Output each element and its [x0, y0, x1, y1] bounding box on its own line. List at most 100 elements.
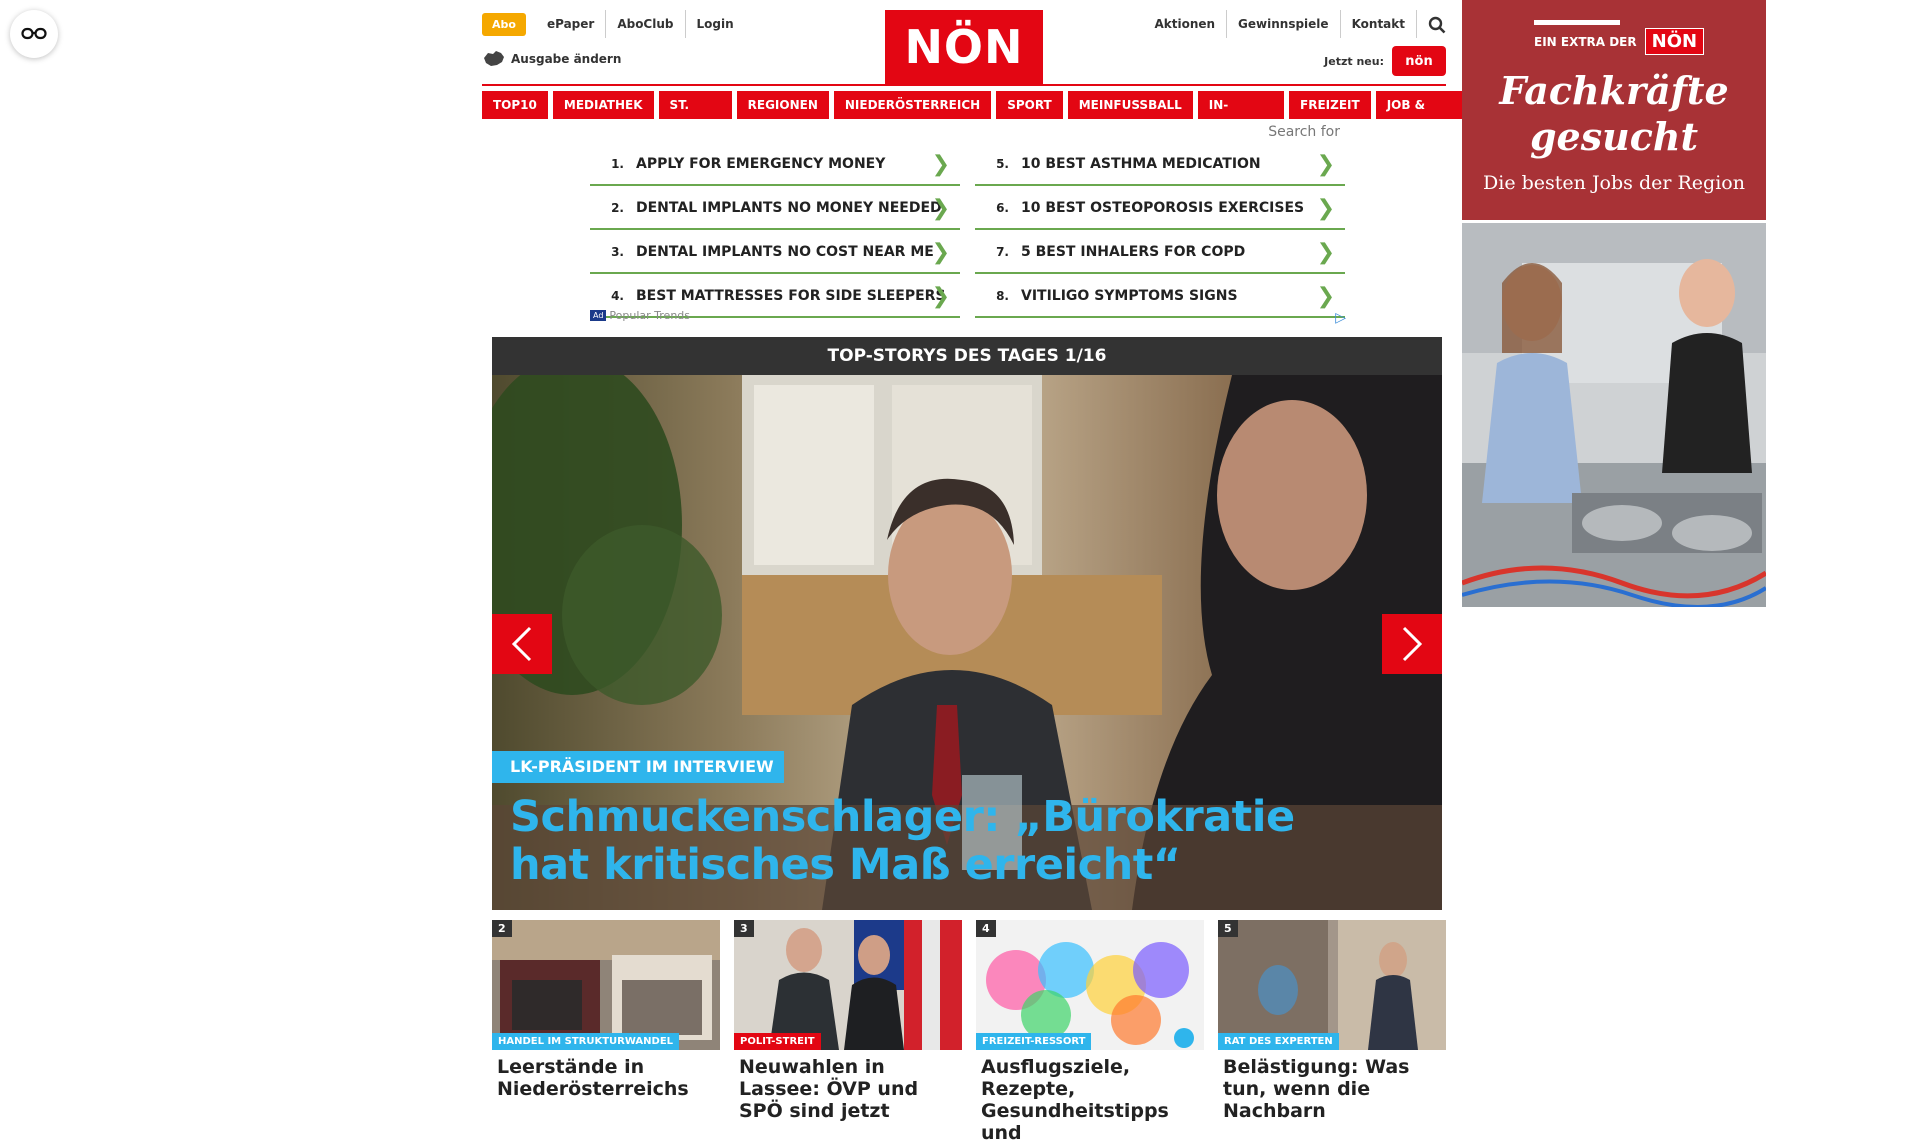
side-ad-photo — [1462, 223, 1766, 607]
neighbors-photo — [1218, 920, 1446, 1050]
shopfront-photo — [492, 920, 720, 1050]
top-links-left: Abo ePaper AboClub Login — [482, 10, 745, 38]
jetzt-neu-area: Jetzt neu: nön — [1324, 46, 1446, 76]
side-ad-rule — [1534, 20, 1620, 25]
chevron-right-icon: ❯ — [931, 284, 950, 309]
login-link[interactable]: Login — [684, 10, 745, 38]
nav-item-niederoesterreich[interactable]: NIEDERÖSTERREICH — [833, 91, 992, 119]
side-ad-extra: EIN EXTRA DER NÖN — [1534, 28, 1705, 55]
ad-num: 5. — [996, 157, 1009, 171]
chevron-right-icon: ❯ — [931, 196, 950, 221]
politicians-photo — [734, 920, 962, 1050]
story-image: 5 RAT DES EXPERTEN — [1218, 920, 1446, 1050]
story-category-tag: HANDEL IM STRUKTURWANDEL — [492, 1033, 680, 1050]
story-category-tag: RAT DES EXPERTEN — [1218, 1033, 1339, 1050]
side-advertisement[interactable]: EIN EXTRA DER NÖN Fachkräfte gesucht Die… — [1462, 0, 1766, 607]
glasses-icon — [21, 27, 47, 40]
ad-text: 5 BEST INHALERS FOR COPD — [1021, 244, 1246, 260]
ad-num: 4. — [611, 289, 624, 303]
ad-num: 8. — [996, 289, 1009, 303]
main-nav: TOP10 MEDIATHEK ST. PÖLTEN REGIONEN NIED… — [482, 91, 1465, 140]
nav-item-st-poelten[interactable]: ST. PÖLTEN — [658, 91, 732, 140]
ad-text: DENTAL IMPLANTS NO COST NEAR ME — [636, 244, 934, 260]
workers-photo — [1462, 223, 1766, 607]
story-image: 2 HANDEL IM STRUKTURWANDEL — [492, 920, 720, 1050]
story-image: 3 POLIT-STREIT — [734, 920, 962, 1050]
story-headline[interactable]: Belästigung: Was tun, wenn die Nachbarn — [1218, 1050, 1446, 1122]
adchoices-icon[interactable]: ▷ — [1335, 310, 1346, 326]
jetzt-neu-badge[interactable]: nön — [1392, 46, 1446, 76]
ad-text: 10 BEST ASTHMA MEDICATION — [1021, 156, 1261, 172]
nav-item-in-ausland[interactable]: IN-AUSLAND — [1197, 91, 1285, 140]
story-headline[interactable]: Neuwahlen in Lassee: ÖVP und SPÖ sind je… — [734, 1050, 962, 1122]
ad-text: 10 BEST OSTEOPOROSIS EXERCISES — [1021, 200, 1305, 216]
chevron-right-icon — [1402, 626, 1423, 662]
gewinnspiele-link[interactable]: Gewinnspiele — [1226, 10, 1340, 38]
story-rank: 2 — [492, 920, 512, 937]
slider-prev-button[interactable] — [492, 614, 552, 674]
story-image: 4 FREIZEIT-RESSORT — [976, 920, 1204, 1050]
side-ad-headline-line1: Fachkräfte — [1499, 68, 1729, 113]
jetzt-neu-label: Jetzt neu: — [1324, 54, 1384, 68]
side-ad-headline-line2: gesucht — [1529, 114, 1699, 159]
story-card-4[interactable]: 4 FREIZEIT-RESSORT Ausflugsziele, Rezept… — [976, 920, 1204, 1144]
ad-column-left: 1. APPLY FOR EMERGENCY MONEY ❯ 2. DENTAL IM… — [590, 144, 960, 320]
story-rank: 5 — [1218, 920, 1238, 937]
story-category-tag: POLIT-STREIT — [734, 1033, 821, 1050]
nav-item-freizeit[interactable]: FREIZEIT — [1289, 91, 1371, 119]
side-ad-headline: Fachkräfte gesucht — [1462, 68, 1766, 160]
accessibility-button[interactable] — [10, 10, 58, 58]
nav-item-regionen[interactable]: REGIONEN — [736, 91, 829, 119]
side-ad-extra-label: EIN EXTRA DER — [1534, 34, 1637, 49]
ad-text: VITILIGO SYMPTOMS SIGNS — [1021, 288, 1238, 304]
ad-link-5[interactable]: 5. 10 BEST ASTHMA MEDICATION ❯ — [975, 144, 1345, 186]
header-divider — [482, 84, 1446, 86]
abo-button[interactable]: Abo — [482, 12, 526, 36]
ad-search-label: Search for — [1268, 124, 1340, 140]
ad-link-1[interactable]: 1. APPLY FOR EMERGENCY MONEY ❯ — [590, 144, 960, 186]
main-page: Abo ePaper AboClub Login Ausgabe ändern … — [482, 0, 1465, 1144]
ad-link-8[interactable]: 8. VITILIGO SYMPTOMS SIGNS ❯ — [975, 276, 1345, 318]
aboclub-link[interactable]: AboClub — [605, 10, 684, 38]
epaper-link[interactable]: ePaper — [536, 10, 605, 38]
ausgabe-label: Ausgabe ändern — [511, 52, 622, 66]
ad-column-right: 5. 10 BEST ASTHMA MEDICATION ❯ 6. 10 BEST O… — [975, 144, 1345, 320]
kontakt-link[interactable]: Kontakt — [1339, 10, 1416, 38]
nav-item-sport[interactable]: SPORT — [996, 91, 1063, 119]
nav-item-mediathek[interactable]: MEDIATHEK — [552, 91, 654, 119]
ad-link-7[interactable]: 7. 5 BEST INHALERS FOR COPD ❯ — [975, 232, 1345, 274]
side-ad-banner: EIN EXTRA DER NÖN Fachkräfte gesucht Die… — [1462, 0, 1766, 220]
story-card-3[interactable]: 3 POLIT-STREIT Neuwahlen in Lassee: ÖVP … — [734, 920, 962, 1122]
side-ad-subline: Die besten Jobs der Region — [1483, 172, 1745, 194]
nav-item-job-karriere[interactable]: JOB & KARRIERE — [1375, 91, 1465, 140]
hero-slide[interactable]: LK-PRÄSIDENT IM INTERVIEW Schmuckenschla… — [492, 375, 1442, 910]
region-map-icon — [484, 51, 504, 66]
search-button[interactable] — [1416, 10, 1446, 38]
ad-link-2[interactable]: 2. DENTAL IMPLANTS NO MONEY NEEDED ❯ — [590, 188, 960, 230]
search-icon — [1428, 16, 1446, 33]
aktionen-link[interactable]: Aktionen — [1143, 10, 1226, 38]
chevron-left-icon — [511, 626, 532, 662]
ad-num: 2. — [611, 201, 624, 215]
hero-category-tag: LK-PRÄSIDENT IM INTERVIEW — [492, 751, 784, 783]
ad-link-3[interactable]: 3. DENTAL IMPLANTS NO COST NEAR ME ❯ — [590, 232, 960, 274]
slider-next-button[interactable] — [1382, 614, 1442, 674]
story-headline[interactable]: Leerstände in Niederösterreichs — [492, 1050, 720, 1100]
story-rank: 4 — [976, 920, 996, 937]
story-headline[interactable]: Ausflugsziele, Rezepte, Gesundheitstipps… — [976, 1050, 1204, 1144]
ad-footer-text: Popular Trends — [609, 309, 690, 322]
ad-link-6[interactable]: 6. 10 BEST OSTEOPOROSIS EXERCISES ❯ — [975, 188, 1345, 230]
ad-footer: Ad Popular Trends — [590, 309, 690, 322]
story-card-5[interactable]: 5 RAT DES EXPERTEN Belästigung: Was tun,… — [1218, 920, 1446, 1122]
nav-item-top10[interactable]: TOP10 — [482, 91, 548, 119]
nav-item-meinfussball[interactable]: MEINFUSSBALL — [1067, 91, 1193, 119]
chevron-right-icon: ❯ — [931, 152, 950, 177]
non-logo[interactable]: NÖN — [885, 10, 1043, 84]
ausgabe-aendern-link[interactable]: Ausgabe ändern — [482, 50, 621, 68]
ad-num: 1. — [611, 157, 624, 171]
ad-num: 6. — [996, 201, 1009, 215]
story-card-2[interactable]: 2 HANDEL IM STRUKTURWANDEL Leerstände in… — [492, 920, 720, 1100]
hero-headline[interactable]: Schmuckenschlager: „Bürokratie hat kriti… — [510, 793, 1330, 889]
colorful-activities-photo — [976, 920, 1204, 1050]
story-rank: 3 — [734, 920, 754, 937]
